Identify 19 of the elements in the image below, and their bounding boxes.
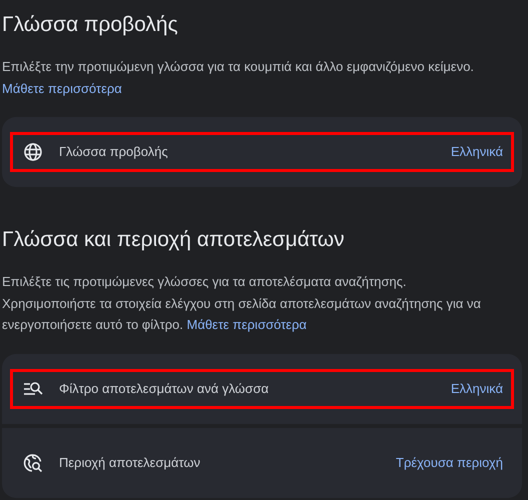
setting-row[interactable]: Φίλτρο αποτελεσμάτων ανά γλώσσα Ελληνικά: [2, 354, 522, 424]
section-heading: Γλώσσα και περιοχή αποτελεσμάτων: [2, 227, 346, 253]
setting-label: Φίλτρο αποτελεσμάτων ανά γλώσσα: [59, 380, 270, 398]
learn-more-link[interactable]: Μάθετε περισσότερα: [2, 80, 122, 96]
setting-label: Γλώσσα προβολής: [59, 143, 169, 162]
section-description: Επιλέξτε τις προτιμώμενες γλώσσες για τα αποτελέσματα αναζήτησης.: [2, 273, 408, 291]
globe-search-icon: [23, 452, 43, 472]
setting-row[interactable]: Γλώσσα προβολής Ελληνικά: [2, 117, 522, 187]
setting-row[interactable]: Περιοχή αποτελεσμάτων Τρέχουσα περιοχή: [2, 428, 522, 498]
globe-icon: [23, 142, 43, 162]
learn-more-link[interactable]: Μάθετε περισσότερα: [186, 317, 307, 332]
setting-value: Ελληνικά: [450, 380, 503, 398]
setting-value: Τρέχουσα περιοχή: [396, 454, 503, 472]
setting-label: Περιοχή αποτελεσμάτων: [59, 454, 202, 472]
section-heading: Γλώσσα προβολής: [2, 12, 179, 38]
setting-value: Ελληνικά: [450, 143, 503, 162]
section-description: Χρησιμοποιήστε τα στοιχεία ελέγχου στη σελίδα αποτελεσμάτων αναζήτησης για να ενεργοποιήσετε αυτό το φίλτρο. Μάθετε περισσότερα: [2, 294, 482, 334]
section-description: Επιλέξτε την προτιμώμενη γλώσσα για τα κουμπιά και άλλο εμφανιζόμενο κείμενο.: [2, 58, 475, 76]
filter-search-icon: [23, 380, 43, 398]
